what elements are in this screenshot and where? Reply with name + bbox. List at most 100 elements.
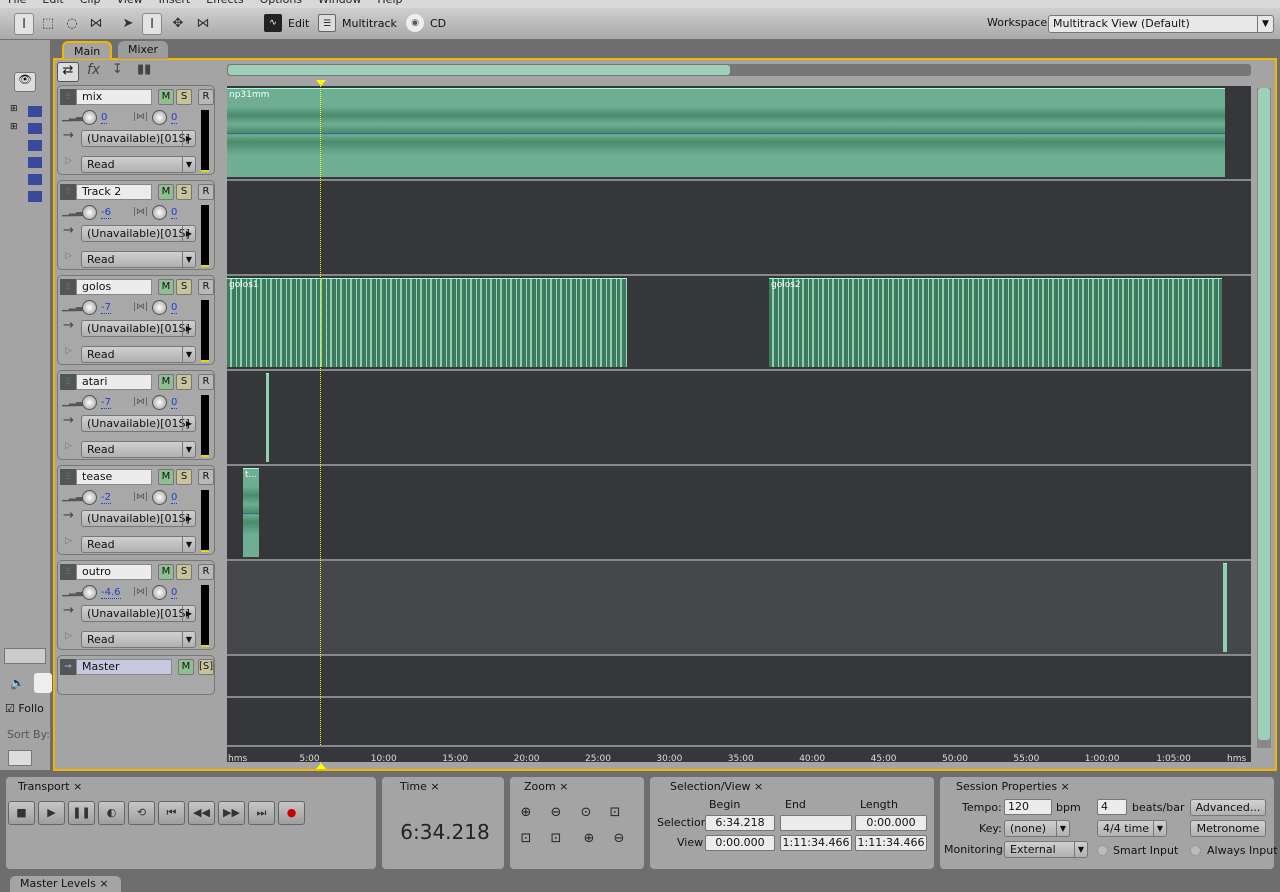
multitrack-view-button[interactable]: ☰ Multitrack (318, 14, 397, 32)
key-select[interactable]: (none) ▼ (1004, 820, 1070, 837)
track-lane[interactable]: t... (227, 466, 1251, 561)
workspace-select[interactable]: Multitrack View (Default) ▼ (1048, 15, 1274, 33)
pan-value[interactable]: 0 (171, 492, 178, 504)
pan-knob[interactable] (152, 205, 167, 220)
audio-clip[interactable]: golos1 (227, 278, 627, 367)
track-lane[interactable] (227, 181, 1251, 276)
effects-icon[interactable]: fx (87, 62, 100, 78)
input-select[interactable]: (Unavailable)[01S] ▶ (81, 130, 196, 147)
pan-value[interactable]: 0 (171, 207, 178, 219)
vertical-scroll-thumb[interactable] (1258, 88, 1270, 740)
record-arm-button[interactable]: R (198, 564, 214, 580)
advanced-button[interactable]: Advanced... (1190, 799, 1266, 816)
zoom-to-right-edge-icon[interactable]: ⊡ (547, 831, 565, 849)
selection-view-tab[interactable]: Selection/View × (660, 779, 776, 795)
volume-value[interactable]: -7 (101, 302, 111, 314)
always-input-radio[interactable] (1190, 845, 1201, 856)
time-signature-select[interactable]: 4/4 time ▼ (1097, 820, 1167, 837)
inputs-outputs-icon[interactable]: ⇄ (57, 62, 79, 82)
menu-item-edit[interactable]: Edit (42, 0, 63, 6)
volume-knob[interactable] (82, 110, 97, 125)
mute-button[interactable]: M (158, 374, 174, 390)
go-to-start-button[interactable]: ⏮ (158, 801, 185, 825)
master-solo-button[interactable]: [S] (198, 659, 214, 675)
stop-button[interactable]: ■ (8, 801, 35, 825)
expand-automation-icon[interactable]: ▷ (65, 536, 72, 546)
solo-button[interactable]: S (176, 564, 192, 580)
expand-automation-icon[interactable]: ▷ (65, 251, 72, 261)
follow-checkbox[interactable]: ☑ Follo (5, 702, 44, 715)
menu-item-file[interactable]: File (8, 0, 26, 6)
expand-automation-icon[interactable]: ▷ (65, 631, 72, 641)
tempo-field[interactable]: 120 (1004, 799, 1052, 815)
playhead-bottom-marker-icon[interactable] (316, 763, 326, 769)
automation-select[interactable]: Read ▼ (81, 156, 196, 173)
menu-item-view[interactable]: View (117, 0, 143, 6)
overview-thumb[interactable] (228, 65, 730, 75)
menu-item-window[interactable]: Window (318, 0, 361, 6)
tab-main[interactable]: Main (62, 41, 113, 59)
marquee-tool-icon[interactable]: ⬚ (38, 13, 58, 35)
vertical-scrollbar[interactable] (1257, 88, 1271, 748)
volume-value[interactable]: -7 (101, 397, 111, 409)
fast-forward-button[interactable]: ▶▶ (218, 801, 245, 825)
play-button[interactable]: ▶ (38, 801, 65, 825)
input-select[interactable]: (Unavailable)[01S] ▶ (81, 320, 196, 337)
pan-knob[interactable] (152, 490, 167, 505)
audio-clip[interactable]: t... (243, 468, 259, 557)
show-files-icon[interactable]: 👁 (14, 72, 36, 92)
sends-icon[interactable]: ↧ (112, 62, 123, 77)
menu-item-help[interactable]: Help (377, 0, 402, 6)
edit-view-button[interactable]: ∿ Edit (264, 14, 309, 32)
zoom-in-vertical-icon[interactable]: ⊕ (580, 831, 598, 849)
expand-automation-icon[interactable]: ▷ (65, 156, 72, 166)
time-selection-tool-icon[interactable]: I (14, 13, 34, 35)
solo-button[interactable]: S (176, 184, 192, 200)
audio-clip[interactable]: np31mm (227, 88, 1225, 177)
track-name-field[interactable]: Track 2 (76, 184, 152, 200)
selection-end-field[interactable] (780, 815, 852, 831)
selection-length-field[interactable]: 0:00.000 (855, 815, 927, 831)
menu-item-insert[interactable]: Insert (159, 0, 191, 6)
speaker-icon[interactable]: 🔈 (10, 676, 25, 690)
pause-button[interactable]: ❚❚ (68, 801, 95, 825)
eq-icon[interactable]: ▮▮ (137, 62, 151, 77)
record-arm-button[interactable]: R (198, 89, 214, 105)
track-lane[interactable]: golos1 golos2 (227, 276, 1251, 371)
volume-knob[interactable] (82, 300, 97, 315)
automation-select[interactable]: Read ▼ (81, 631, 196, 648)
solo-button[interactable]: S (176, 279, 192, 295)
metronome-button[interactable]: Metronome (1190, 820, 1266, 837)
automation-select[interactable]: Read ▼ (81, 251, 196, 268)
pan-knob[interactable] (152, 585, 167, 600)
volume-value[interactable]: -2 (101, 492, 111, 504)
input-select[interactable]: (Unavailable)[01S] ▶ (81, 415, 196, 432)
view-end-field[interactable]: 1:11:34.466 (780, 835, 852, 851)
zoom-selection-icon[interactable]: ⊡ (606, 805, 624, 823)
volume-value[interactable]: -4.6 (101, 587, 121, 599)
input-select[interactable]: (Unavailable)[01S] ▶ (81, 225, 196, 242)
audio-clip[interactable] (266, 373, 269, 462)
track-area[interactable]: np31mm golos1 golos2 t... (227, 86, 1251, 746)
record-arm-button[interactable]: R (198, 184, 214, 200)
menu-item-options[interactable]: Options (260, 0, 302, 6)
move-tool-icon[interactable]: ➤ (118, 13, 138, 35)
lasso-tool-icon[interactable]: ◌ (62, 13, 82, 35)
expand-automation-icon[interactable]: ▷ (65, 441, 72, 451)
expand-icon[interactable]: ⊞ (10, 104, 18, 114)
zoom-out-full-icon[interactable]: ⊙ (577, 805, 595, 823)
volume-knob[interactable] (82, 490, 97, 505)
mute-button[interactable]: M (158, 564, 174, 580)
track-name-field[interactable]: tease (76, 469, 152, 485)
automation-select[interactable]: Read ▼ (81, 441, 196, 458)
pan-value[interactable]: 0 (171, 587, 178, 599)
solo-button[interactable]: S (176, 89, 192, 105)
volume-knob[interactable] (82, 395, 97, 410)
record-button[interactable]: ● (278, 801, 305, 825)
volume-knob[interactable] (82, 205, 97, 220)
input-select[interactable]: (Unavailable)[01S] ▶ (81, 605, 196, 622)
zoom-out-vertical-icon[interactable]: ⊖ (610, 831, 628, 849)
loop-button[interactable]: ⟲ (128, 801, 155, 825)
go-to-end-button[interactable]: ⏭ (248, 801, 275, 825)
record-arm-button[interactable]: R (198, 469, 214, 485)
